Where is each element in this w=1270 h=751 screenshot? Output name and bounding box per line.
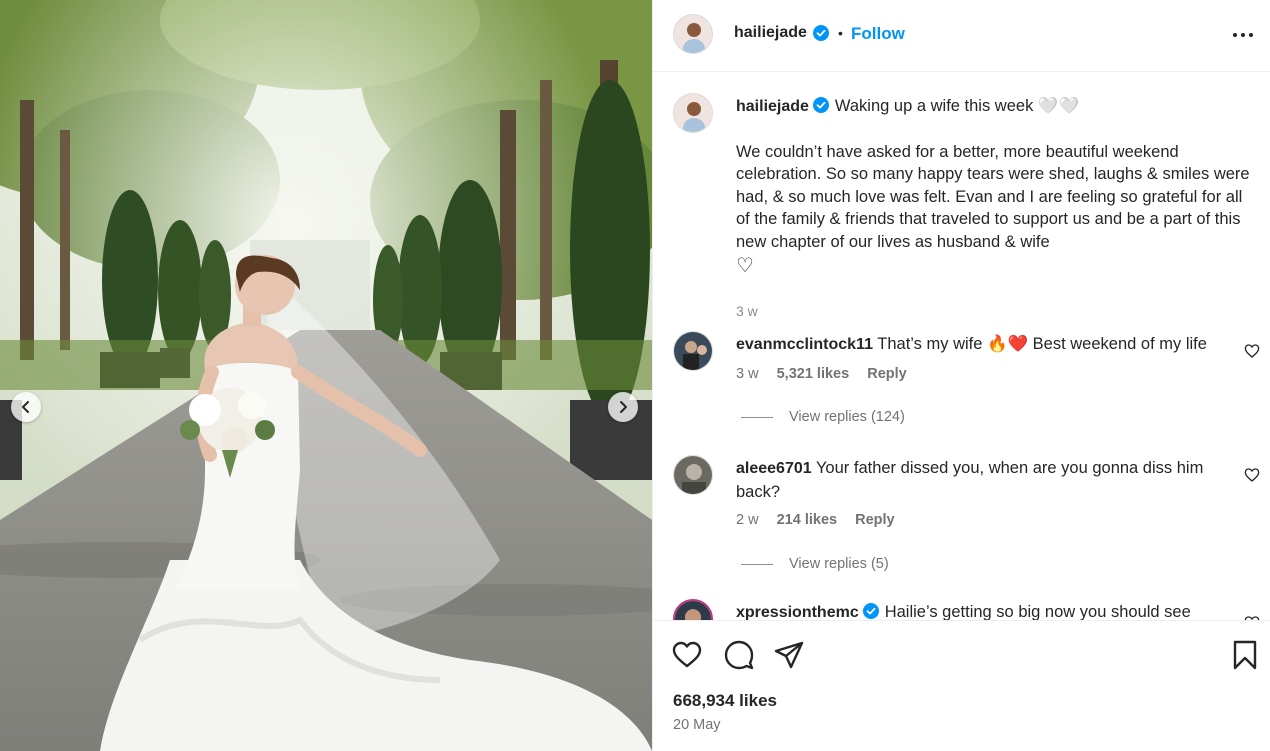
share-paper-plane-icon[interactable] <box>773 639 805 671</box>
post-details-panel: hailiejade • Follow hailiejadeWaking up <box>652 0 1270 751</box>
comment-text: aleee6701 Your father dissed you, when a… <box>736 457 1236 503</box>
commenter-username[interactable]: xpressionthemc <box>736 604 859 620</box>
comment-reply-button[interactable]: Reply <box>867 366 907 382</box>
comment-likes[interactable]: 214 likes <box>777 512 837 528</box>
caption-heart-emoji: ♡ <box>736 254 754 277</box>
caption-body: We couldn’t have asked for a better, mor… <box>736 142 1250 251</box>
follow-button[interactable]: Follow <box>851 24 905 44</box>
comment-item: evanmcclintock11 That’s my wife 🔥❤️ Best… <box>673 331 1270 441</box>
comment-text: evanmcclintock11 That’s my wife 🔥❤️ Best… <box>736 333 1236 357</box>
avatar-image <box>675 601 711 620</box>
avatar-image <box>674 456 712 494</box>
view-replies-label: View replies (124) <box>789 409 905 425</box>
author-username[interactable]: hailiejade <box>734 24 807 42</box>
comment-body: That’s my wife 🔥❤️ Best weekend of my li… <box>877 335 1207 353</box>
view-replies-button[interactable]: View replies (5) <box>741 556 889 572</box>
verified-badge-icon <box>812 97 829 113</box>
chevron-left-icon <box>22 401 29 413</box>
avatar-image <box>674 15 712 53</box>
view-replies-button[interactable]: View replies (124) <box>741 409 905 425</box>
comment-meta: 2 w 214 likes Reply <box>736 512 909 528</box>
commenter-username[interactable]: aleee6701 <box>736 460 812 477</box>
separator-dot: • <box>838 25 843 41</box>
post-photo <box>0 0 652 751</box>
comment-meta: 3 w 5,321 likes Reply <box>736 366 921 382</box>
like-heart-icon[interactable] <box>671 639 703 671</box>
like-comment-heart-icon[interactable] <box>1244 343 1260 359</box>
author-avatar[interactable] <box>673 14 713 54</box>
previous-photo-button[interactable] <box>11 392 41 422</box>
post-header: hailiejade • Follow <box>653 0 1270 72</box>
post-actions-footer: 668,934 likes 20 May <box>653 620 1270 751</box>
commenter-avatar[interactable] <box>673 599 713 620</box>
more-options-icon[interactable] <box>1231 26 1255 44</box>
comment-time: 2 w <box>736 512 759 528</box>
comment-bubble-icon[interactable] <box>723 639 755 671</box>
verified-badge-icon <box>813 25 829 41</box>
next-photo-button[interactable] <box>608 392 638 422</box>
comment-reply-button[interactable]: Reply <box>855 512 895 528</box>
comment-text: xpressionthemc Hailie’s getting so big no… <box>736 601 1236 620</box>
chevron-right-icon <box>620 401 627 413</box>
caption-author-avatar[interactable] <box>673 93 713 133</box>
caption-text: hailiejade Waking up a wife this week 🤍🤍 … <box>736 95 1256 278</box>
comment-item: xpressionthemc Hailie’s getting so big no… <box>673 599 1270 620</box>
comment-item: aleee6701 Your father dissed you, when a… <box>673 455 1270 585</box>
replies-divider <box>741 563 773 565</box>
caption-timestamp: 3 w <box>736 303 758 319</box>
wedding-photo <box>0 0 652 751</box>
verified-badge-icon <box>862 603 879 619</box>
comments-scroll-area[interactable]: hailiejade Waking up a wife this week 🤍🤍 … <box>653 73 1270 620</box>
post-date: 20 May <box>673 717 721 733</box>
comment-time: 3 w <box>736 366 759 382</box>
caption-title: Waking up a wife this week 🤍🤍 <box>834 97 1079 115</box>
commenter-avatar[interactable] <box>673 455 713 495</box>
commenter-avatar[interactable] <box>673 331 713 371</box>
commenter-username[interactable]: evanmcclintock11 <box>736 336 873 353</box>
caption-username[interactable]: hailiejade <box>736 98 809 115</box>
comment-likes[interactable]: 5,321 likes <box>777 366 850 382</box>
comment-body: Hailie’s getting so big now you should s… <box>884 603 1191 620</box>
like-comment-heart-icon[interactable] <box>1244 467 1260 483</box>
save-bookmark-icon[interactable] <box>1229 639 1261 671</box>
avatar-image <box>674 332 712 370</box>
view-replies-label: View replies (5) <box>789 556 889 572</box>
replies-divider <box>741 416 773 418</box>
avatar-image <box>674 94 712 132</box>
post-like-count[interactable]: 668,934 likes <box>673 691 777 711</box>
